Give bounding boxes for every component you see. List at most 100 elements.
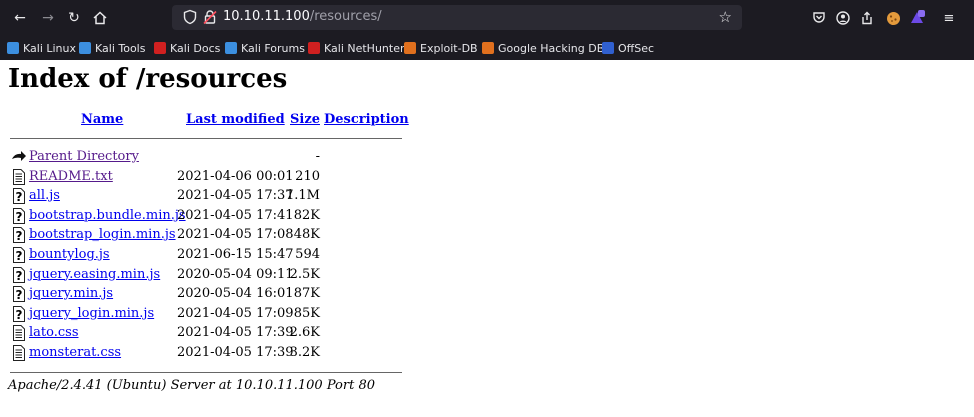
file-link[interactable]: jquery_login.min.js — [29, 306, 154, 321]
text-file-icon — [11, 168, 27, 185]
file-link[interactable]: bootstrap.bundle.min.js — [29, 208, 186, 223]
shield-icon[interactable] — [182, 9, 198, 25]
forward-arrow-icon[interactable]: → — [38, 8, 58, 28]
last-modified-cell: 2020-05-04 09:11 — [177, 266, 294, 282]
size-cell: 594 — [295, 247, 320, 262]
unknown-file-icon: ? — [11, 227, 27, 244]
file-link[interactable]: bootstrap_login.min.js — [29, 227, 176, 242]
bookmark-label: Kali Forums — [241, 41, 305, 55]
bookmark-kali-docs[interactable]: Kali Docs — [154, 40, 220, 56]
size-cell: 2.6K — [289, 325, 320, 341]
reload-icon[interactable]: ↻ — [64, 8, 84, 28]
table-row: Parent Directory - — [0, 148, 420, 167]
directory-listing-page: Index of /resources Name Last modified S… — [0, 60, 974, 417]
column-header-name[interactable]: Name — [81, 112, 123, 127]
size-cell: 85K — [293, 305, 320, 321]
text-file-icon — [11, 345, 27, 361]
file-link[interactable]: all.js — [29, 188, 60, 203]
table-row: README.txt 2021-04-06 00:01 210 — [0, 168, 420, 187]
column-header-last-modified[interactable]: Last modified — [186, 112, 285, 127]
column-header-description[interactable]: Description — [324, 112, 409, 127]
page-title: Index of /resources — [8, 64, 288, 94]
size-cell: 87K — [293, 286, 320, 302]
last-modified-cell: 2021-04-05 17:09 — [177, 305, 294, 321]
bookmark-label: Kali NetHunter — [324, 41, 405, 55]
menu-icon[interactable]: ≡ — [940, 9, 958, 27]
size-cell: 1.1M — [286, 188, 320, 204]
last-modified-cell: 2021-04-05 17:37 — [177, 188, 294, 204]
file-link[interactable]: lato.css — [29, 325, 79, 340]
server-signature: Apache/2.4.41 (Ubuntu) Server at 10.10.1… — [8, 378, 375, 393]
bookmark-kali-nethunter[interactable]: Kali NetHunter — [308, 40, 405, 56]
table-row: lato.css 2021-04-05 17:39 2.6K — [0, 324, 420, 343]
bookmark-exploit-db[interactable]: Exploit-DB — [404, 40, 478, 56]
size-cell: 3.2K — [289, 345, 320, 360]
unknown-file-icon: ? — [11, 247, 27, 263]
file-link[interactable]: Parent Directory — [29, 149, 139, 164]
url-text: 10.10.11.100/resources/ — [223, 9, 382, 24]
unknown-file-icon: ? — [11, 207, 27, 224]
url-bar[interactable]: 10.10.11.100/resources/ ☆ — [172, 5, 742, 30]
bookmark-google-hacking-db[interactable]: Google Hacking DB — [482, 40, 604, 56]
file-link[interactable]: jquery.easing.min.js — [29, 267, 160, 282]
account-icon[interactable] — [834, 9, 852, 27]
kali-docs-icon — [154, 42, 166, 54]
size-cell: 2.5K — [289, 266, 320, 282]
last-modified-cell: 2021-04-05 17:08 — [177, 227, 294, 243]
svg-text:?: ? — [16, 249, 23, 263]
table-row: ? bountylog.js 2021-06-15 15:47 594 — [0, 246, 420, 265]
unknown-file-icon: ? — [11, 286, 27, 303]
footer-divider — [10, 372, 402, 373]
svg-text:?: ? — [16, 288, 23, 302]
bookmark-star-icon[interactable]: ☆ — [719, 8, 732, 26]
kali-dragon-icon — [79, 42, 91, 54]
file-link[interactable]: README.txt — [29, 169, 113, 184]
cookie-extension-icon[interactable] — [884, 9, 902, 27]
bookmark-offsec[interactable]: OffSec — [602, 40, 654, 56]
svg-text:?: ? — [16, 308, 23, 322]
table-row: monsterat.css 2021-04-05 17:39 3.2K — [0, 344, 420, 363]
column-header-size[interactable]: Size — [290, 112, 320, 127]
browser-toolbar: ← → ↻ 10.10.11.100/resources/ ☆ ≡ — [0, 0, 974, 36]
pocket-icon[interactable] — [810, 9, 828, 27]
bookmark-kali-forums[interactable]: Kali Forums — [225, 40, 305, 56]
size-cell: - — [315, 149, 320, 164]
bookmark-label: OffSec — [618, 41, 655, 55]
file-link[interactable]: bountylog.js — [29, 247, 110, 262]
bookmark-kali-linux[interactable]: Kali Linux — [7, 40, 76, 56]
ghdb-icon — [482, 42, 494, 54]
table-row: ? jquery.easing.min.js 2020-05-04 09:11 2.5… — [0, 266, 420, 285]
file-link[interactable]: monsterat.css — [29, 345, 121, 360]
offsec-icon — [602, 42, 614, 54]
table-row: ? bootstrap.bundle.min.js 2021-04-05 17:41… — [0, 207, 420, 226]
table-row: ? jquery_login.min.js 2021-04-05 17:09 85K — [0, 305, 420, 324]
size-cell: 48K — [293, 227, 320, 243]
last-modified-cell: 2021-04-05 17:41 — [177, 207, 294, 223]
file-link[interactable]: jquery.min.js — [29, 286, 113, 301]
bookmark-label: Kali Tools — [95, 41, 146, 55]
last-modified-cell: 2021-06-15 15:47 — [177, 247, 294, 262]
kali-forums-icon — [225, 42, 237, 54]
bookmark-label: Google Hacking DB — [498, 41, 605, 55]
nethunter-icon — [308, 42, 320, 54]
last-modified-cell: 2021-04-06 00:01 — [177, 168, 294, 184]
insecure-lock-icon[interactable] — [202, 9, 218, 25]
svg-text:?: ? — [16, 190, 23, 204]
back-arrow-icon[interactable]: ← — [10, 8, 30, 28]
back-icon — [11, 149, 27, 165]
bookmarks-bar: Kali Linux Kali Tools Kali Docs Kali For… — [0, 38, 974, 58]
bookmark-kali-tools[interactable]: Kali Tools — [79, 40, 145, 56]
extension-badge-icon[interactable] — [908, 9, 926, 27]
svg-text:?: ? — [16, 269, 23, 283]
bookmark-label: Kali Linux — [23, 41, 77, 55]
url-host: 10.10.11.100 — [223, 9, 310, 24]
home-icon[interactable] — [90, 8, 110, 28]
last-modified-cell: 2021-04-05 17:39 — [177, 325, 294, 341]
svg-text:?: ? — [16, 210, 23, 224]
share-icon[interactable] — [858, 9, 876, 27]
svg-text:?: ? — [16, 229, 23, 243]
header-divider — [10, 138, 402, 139]
kali-dragon-icon — [7, 42, 19, 54]
last-modified-cell: 2021-04-05 17:39 — [177, 345, 294, 360]
unknown-file-icon: ? — [11, 188, 27, 205]
